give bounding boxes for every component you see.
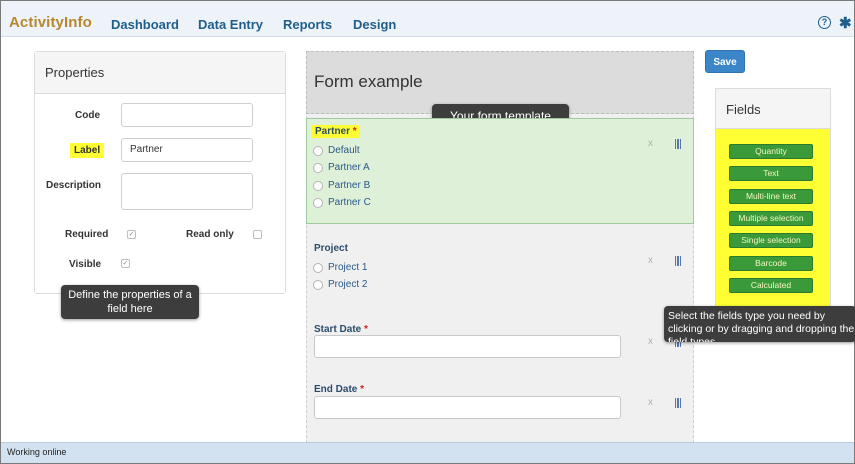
required-label: Required <box>65 229 109 240</box>
required-checkbox[interactable]: ✓ <box>127 230 136 239</box>
radio-default[interactable] <box>313 146 323 156</box>
properties-header: Properties <box>35 52 285 94</box>
fields-header: Fields <box>716 89 830 129</box>
help-icon[interactable]: ? <box>818 16 831 29</box>
drag-handle-icon[interactable] <box>675 398 681 408</box>
start-date-field-label: Start Date * <box>314 324 368 335</box>
field-type-multiple-selection[interactable]: Multiple selection <box>729 211 813 226</box>
field-type-barcode[interactable]: Barcode <box>729 256 813 271</box>
radio-project-1[interactable] <box>313 263 323 273</box>
end-date-field-label: End Date * <box>314 384 365 395</box>
remove-start-date-field-button[interactable]: x <box>648 336 653 347</box>
visible-checkbox[interactable]: ✓ <box>121 259 130 268</box>
code-input[interactable] <box>121 103 253 127</box>
code-label: Code <box>75 110 100 121</box>
drag-handle-icon[interactable] <box>675 139 681 149</box>
read-only-label: Read only <box>186 229 234 240</box>
form-title: Form example <box>314 72 423 91</box>
end-date-input[interactable] <box>314 396 621 419</box>
remove-end-date-field-button[interactable]: x <box>648 397 653 408</box>
field-type-text[interactable]: Text <box>729 166 813 181</box>
radio-partner-c-label: Partner C <box>328 197 371 208</box>
top-navigation-bar: ActivityInfo Dashboard Data Entry Report… <box>1 1 854 37</box>
read-only-checkbox[interactable] <box>253 230 262 239</box>
field-type-multi-line-text[interactable]: Multi-line text <box>729 189 813 204</box>
fields-tooltip: Select the fields type you need by click… <box>664 306 855 342</box>
label-label: Label <box>70 143 105 158</box>
drag-handle-icon[interactable] <box>675 256 681 266</box>
visible-label: Visible <box>69 259 102 270</box>
save-button[interactable]: Save <box>705 50 745 73</box>
radio-partner-b-label: Partner B <box>328 180 371 191</box>
field-type-calculated[interactable]: Calculated <box>729 278 813 293</box>
start-date-input[interactable] <box>314 335 621 358</box>
nav-design[interactable]: Design <box>353 17 396 32</box>
partner-field-label: Partner * <box>312 125 360 138</box>
description-textarea[interactable] <box>121 173 253 210</box>
remove-partner-field-button[interactable]: x <box>648 138 653 149</box>
field-type-single-selection[interactable]: Single selection <box>729 233 813 248</box>
project-field-label: Project <box>314 243 348 254</box>
settings-gear-icon[interactable]: ✱ <box>839 14 852 32</box>
properties-title: Properties <box>45 65 105 80</box>
radio-partner-b[interactable] <box>313 181 323 191</box>
label-input[interactable]: Partner <box>121 138 253 162</box>
radio-default-label: Default <box>328 145 360 156</box>
nav-reports[interactable]: Reports <box>283 17 332 32</box>
remove-project-field-button[interactable]: x <box>648 255 653 266</box>
radio-project-2[interactable] <box>313 280 323 290</box>
radio-partner-a[interactable] <box>313 163 323 173</box>
properties-tooltip: Define the properties of a field here <box>61 285 199 319</box>
status-bar: Working online <box>1 442 854 463</box>
field-type-quantity[interactable]: Quantity <box>729 144 813 159</box>
fields-title: Fields <box>726 102 761 117</box>
brand-logo[interactable]: ActivityInfo <box>9 14 92 31</box>
radio-partner-c[interactable] <box>313 198 323 208</box>
nav-data-entry[interactable]: Data Entry <box>198 17 263 32</box>
description-label: Description <box>46 180 102 191</box>
radio-project-2-label: Project 2 <box>328 279 368 290</box>
radio-partner-a-label: Partner A <box>328 162 370 173</box>
nav-dashboard[interactable]: Dashboard <box>111 17 179 32</box>
radio-project-1-label: Project 1 <box>328 262 368 273</box>
